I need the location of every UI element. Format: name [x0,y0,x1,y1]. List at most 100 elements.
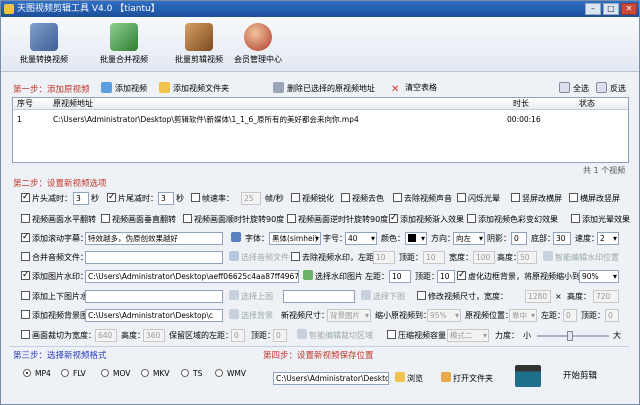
remove-audio-checkbox[interactable]: 去除视频声音 [393,192,452,205]
maximize-button[interactable]: □ [603,3,619,15]
smart-watermark-button[interactable]: 智能编辑水印位置 [543,251,619,264]
pic-wm-top-input[interactable]: 10 [437,270,455,283]
flash-checkbox[interactable]: 闪烁光晕 [457,192,500,205]
video-list[interactable]: 序号 原视频地址 时长 状态 1 C:\Users\Administrator\… [12,97,629,163]
choose-audio-button[interactable]: 选择音频文件 [229,251,289,264]
speed-select[interactable]: 2 [597,232,619,245]
browse-button[interactable]: 浏览 [395,372,423,385]
head-cut-input[interactable]: 3 [73,192,89,205]
list-header: 序号 原视频地址 时长 状态 [13,98,628,110]
member-center-button[interactable]: 会员管理中心 [223,21,293,71]
rotate-cw-checkbox[interactable]: 视频画面顺时针旋转90度 [183,213,284,226]
shadow-input[interactable]: 0 [511,232,527,245]
watermark-path-input[interactable]: C:\Users\Administrator\Desktop\aeff06625… [85,270,299,283]
edit-icon [543,251,553,261]
sharpen-checkbox[interactable]: 视频锐化 [291,192,334,205]
tail-cut-input[interactable]: 3 [158,192,174,205]
add-folder-button[interactable]: 添加视频文件夹 [159,82,229,95]
format-mov-radio[interactable]: MOV [101,368,130,380]
subtitle-text-input[interactable]: 特效越多，伪原创效果越好 [85,232,223,245]
minimize-button[interactable]: – [585,3,601,15]
clear-table-button[interactable]: ✕ 清空表格 [391,82,437,96]
format-mkv-radio[interactable]: MKV [141,368,170,380]
invert-selection-button[interactable]: 反选 [596,82,626,95]
bottom-input[interactable]: 30 [553,232,571,245]
top-image-input[interactable] [85,290,223,303]
blur-border-checkbox[interactable]: 虚化边框背景，将原视频缩小到： [457,269,588,283]
font-select[interactable]: 黑体(simhei) [269,232,321,245]
table-row[interactable]: 1 C:\Users\Administrator\Desktop\剪辑软件\新媒… [13,114,628,126]
decolor-checkbox[interactable]: 视频去色 [341,192,384,205]
resize-width-input[interactable]: 1280 [525,290,551,303]
shrink-select[interactable]: 95% [427,309,461,322]
start-edit-button[interactable]: 开始剪辑 [563,370,597,383]
light-checkbox[interactable]: 添加光晕效果 [571,213,630,226]
users-icon [244,23,272,51]
crop-width-input[interactable]: 640 [95,329,117,342]
bottom-image-input[interactable] [283,290,355,303]
merge-audio-checkbox[interactable]: 合并音频文件： [21,251,88,264]
open-folder-button[interactable]: 打开文件夹 [441,372,493,385]
new-size-select[interactable]: 背景图片 [327,309,371,322]
to-landscape-checkbox[interactable]: 竖屏改横屏 [511,192,562,205]
crop-left-input[interactable]: 0 [231,329,245,342]
pic-watermark-checkbox[interactable]: 添加图片水印： [21,269,88,283]
compress-mode-select[interactable]: 模式二 [447,329,489,342]
audio-path-input[interactable] [85,251,223,264]
position-select[interactable]: 靠中 [509,309,537,322]
format-mp4-radio[interactable]: MP4 [23,368,51,380]
crop-checkbox[interactable]: 画面裁切为宽度： [21,329,96,342]
frame-rate-input[interactable]: 25 [241,192,261,205]
head-cut-checkbox[interactable]: 片头减时： [21,191,72,205]
wm-width-input[interactable]: 100 [473,251,495,264]
rotate-ccw-checkbox[interactable]: 视频画面逆时针旋转90度 [287,213,388,226]
wm-left-input[interactable]: 10 [373,251,395,264]
delete-selected-button[interactable]: 删除已选择的原视频地址 [273,82,375,95]
slider-thumb[interactable] [567,331,573,341]
resize-checkbox[interactable]: 修改视频尺寸，宽度： [417,290,508,303]
hflip-checkbox[interactable]: 视频画面水平翻转 [21,213,96,226]
add-video-button[interactable]: 添加视频 [101,82,147,95]
format-flv-radio[interactable]: FLV [61,368,86,380]
color-picker[interactable] [405,232,427,245]
compress-checkbox[interactable]: 压缩视频容量 [387,329,446,342]
bg-top-input[interactable]: 0 [605,309,619,322]
strength-slider[interactable] [537,331,609,341]
bg-left-input[interactable]: 0 [563,309,577,322]
vflip-checkbox[interactable]: 视频画面垂直翻转 [101,213,176,226]
batch-merge-button[interactable]: 批量合并视频 [89,21,159,71]
frame-rate-checkbox[interactable]: 帧速率： [191,192,234,205]
format-wmv-radio[interactable]: WMV [215,368,246,380]
merge-video-icon [110,23,138,51]
step1-title: 第一步：添加原视频 [13,85,90,95]
blur-scale-select[interactable]: 90% [579,270,619,283]
remove-watermark-checkbox[interactable]: 去除视频水印，左距： [291,251,382,264]
crop-height-input[interactable]: 360 [143,329,165,342]
resize-height-input[interactable]: 720 [593,290,619,303]
bg-path-input[interactable]: C:\Users\Administrator\Desktop\c [85,309,223,322]
choose-bottom-button[interactable]: 选择下图 [361,290,405,303]
image-icon [229,309,239,319]
choose-watermark-button[interactable]: 选择水印图片 [303,270,363,283]
batch-convert-button[interactable]: 批量转换视频 [9,21,79,71]
to-portrait-checkbox[interactable]: 横屏改竖屏 [569,192,620,205]
save-path-input[interactable]: C:\Users\Administrator\Desktop [273,372,389,385]
random-color-checkbox[interactable]: 添加视频色彩变幻效果 [467,213,558,226]
clapperboard-icon [515,365,541,387]
choose-top-button[interactable]: 选择上图 [229,290,273,303]
direction-select[interactable]: 向左 [453,232,485,245]
crop-top-input[interactable]: 0 [273,329,287,342]
select-all-icon [559,82,570,93]
font-size-select[interactable]: 40 [345,232,377,245]
wm-top-input[interactable]: 10 [423,251,445,264]
choose-bg-button[interactable]: 选择背景 [229,309,273,322]
tail-cut-checkbox[interactable]: 片尾减时： [107,191,158,205]
wm-height-input[interactable]: 50 [517,251,537,264]
fade-in-checkbox[interactable]: 添加视频渐入效果 [389,212,464,226]
smart-crop-button[interactable]: 智能编辑裁切区域 [297,329,373,342]
select-all-button[interactable]: 全选 [559,82,589,95]
pic-wm-left-input[interactable]: 10 [389,270,411,283]
format-ts-radio[interactable]: TS [181,368,202,380]
close-button[interactable]: ✕ [621,3,637,15]
scroll-subtitle-checkbox[interactable]: 添加滚动字幕： [21,231,88,245]
